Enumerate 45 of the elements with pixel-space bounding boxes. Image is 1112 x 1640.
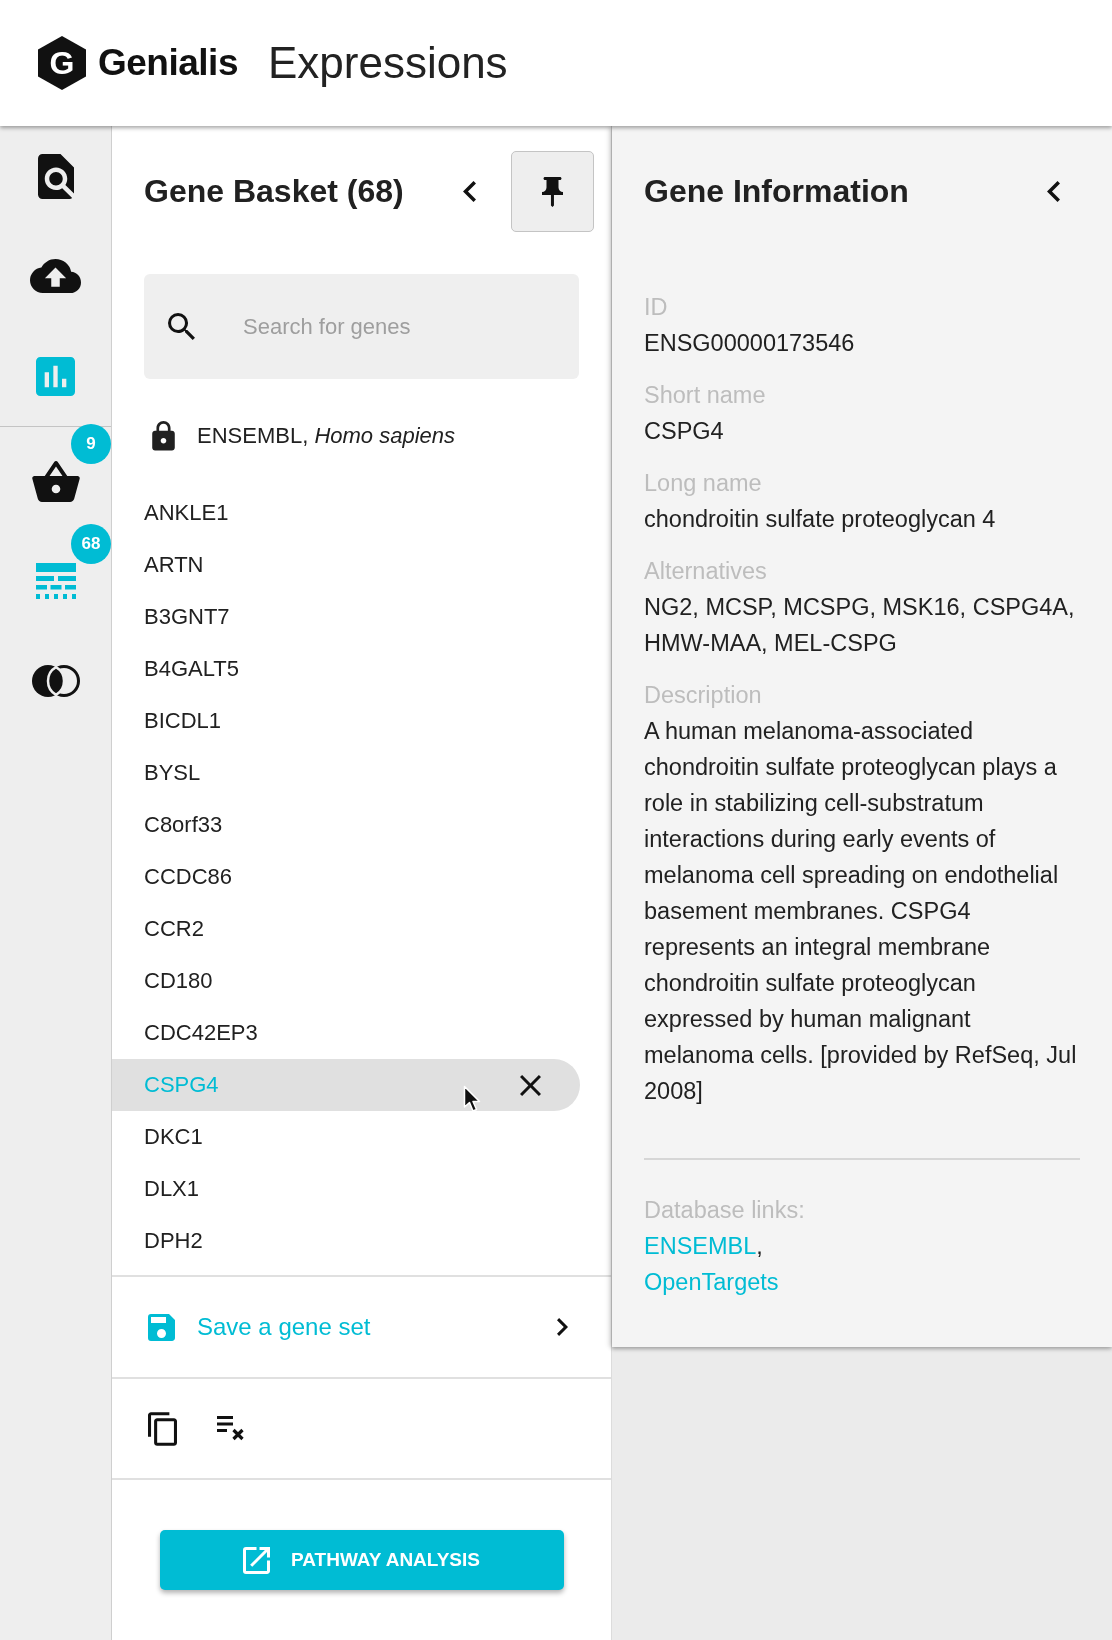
close-icon[interactable] <box>520 1074 541 1096</box>
gene-list-item[interactable]: CCR2 <box>112 903 580 955</box>
cloud-upload-icon[interactable] <box>30 259 81 293</box>
field-value: NG2, MCSP, MCSPG, MSK16, CSPG4A, HMW-MAA, MEL-CSPG <box>644 593 1076 658</box>
gene-list-item[interactable]: CCDC86 <box>112 851 580 903</box>
field-value: chondroitin sulfate proteoglycan 4 <box>644 505 997 534</box>
source-label: ENSEMBL, Homo sapiens <box>197 423 455 449</box>
gene-list-item[interactable]: DPH2 <box>112 1215 580 1267</box>
gene-list-item[interactable]: CD180 <box>112 955 580 1007</box>
venn-diagram-icon[interactable] <box>31 665 80 697</box>
gene-list-item[interactable]: CDC42EP3 <box>112 1007 580 1059</box>
copy-icon[interactable] <box>148 1411 177 1446</box>
gene-list-item[interactable]: ANKLE1 <box>112 487 580 539</box>
gene-list-item[interactable]: BYSL <box>112 747 580 799</box>
app-title: Expressions <box>267 38 508 88</box>
count-badge: 68 <box>71 524 111 564</box>
field-value: ENSG00000173546 <box>644 329 856 358</box>
find-in-page-icon[interactable] <box>37 153 74 199</box>
separator-text: , <box>756 1232 763 1261</box>
gene-list-item[interactable]: BICDL1 <box>112 695 580 747</box>
gene-list-item[interactable]: DKC1 <box>112 1111 580 1163</box>
pin-icon <box>542 176 563 207</box>
count-badge: 9 <box>71 424 111 464</box>
panel-title: Gene Information <box>644 173 909 210</box>
chevron-left-icon[interactable] <box>463 181 476 202</box>
logo-mark: G <box>38 36 86 90</box>
gene-list-item[interactable]: B4GALT5 <box>112 643 580 695</box>
field-value: CSPG4 <box>644 417 725 446</box>
gene-list-item[interactable]: B3GNT7 <box>112 591 580 643</box>
chevron-left-icon[interactable] <box>1047 181 1060 202</box>
gene-list-item[interactable]: ARTN <box>112 539 580 591</box>
basket-icon[interactable] <box>31 460 80 502</box>
gene-list-item[interactable]: C8orf33 <box>112 799 580 851</box>
chevron-right-icon <box>557 1318 568 1336</box>
pin-button[interactable] <box>511 151 594 232</box>
mouse-pointer-icon <box>463 1085 481 1113</box>
search-icon <box>168 313 195 340</box>
open-in-new-icon <box>243 1546 270 1574</box>
search-field[interactable]: Search for genes <box>144 274 579 379</box>
field-value: A human melanoma-associated chondroitin sulfate proteoglycan plays a role in stabilizing cell-substratum interactions during early events of melanoma cell spreading on endothelial basement membranes. CSPG4 represents an integral membrane chondroitin sulfate proteoglycan expressed by human malignant melanoma cells. [provided by RefSeq, Jul 2008] <box>644 717 1078 1106</box>
gene-list-item[interactable]: DLX1 <box>112 1163 580 1215</box>
panel-title: Gene Basket (68) <box>144 173 404 210</box>
logo-name: Genialis <box>98 42 238 84</box>
lock-icon <box>151 420 176 452</box>
clear-list-icon[interactable] <box>217 1416 244 1441</box>
